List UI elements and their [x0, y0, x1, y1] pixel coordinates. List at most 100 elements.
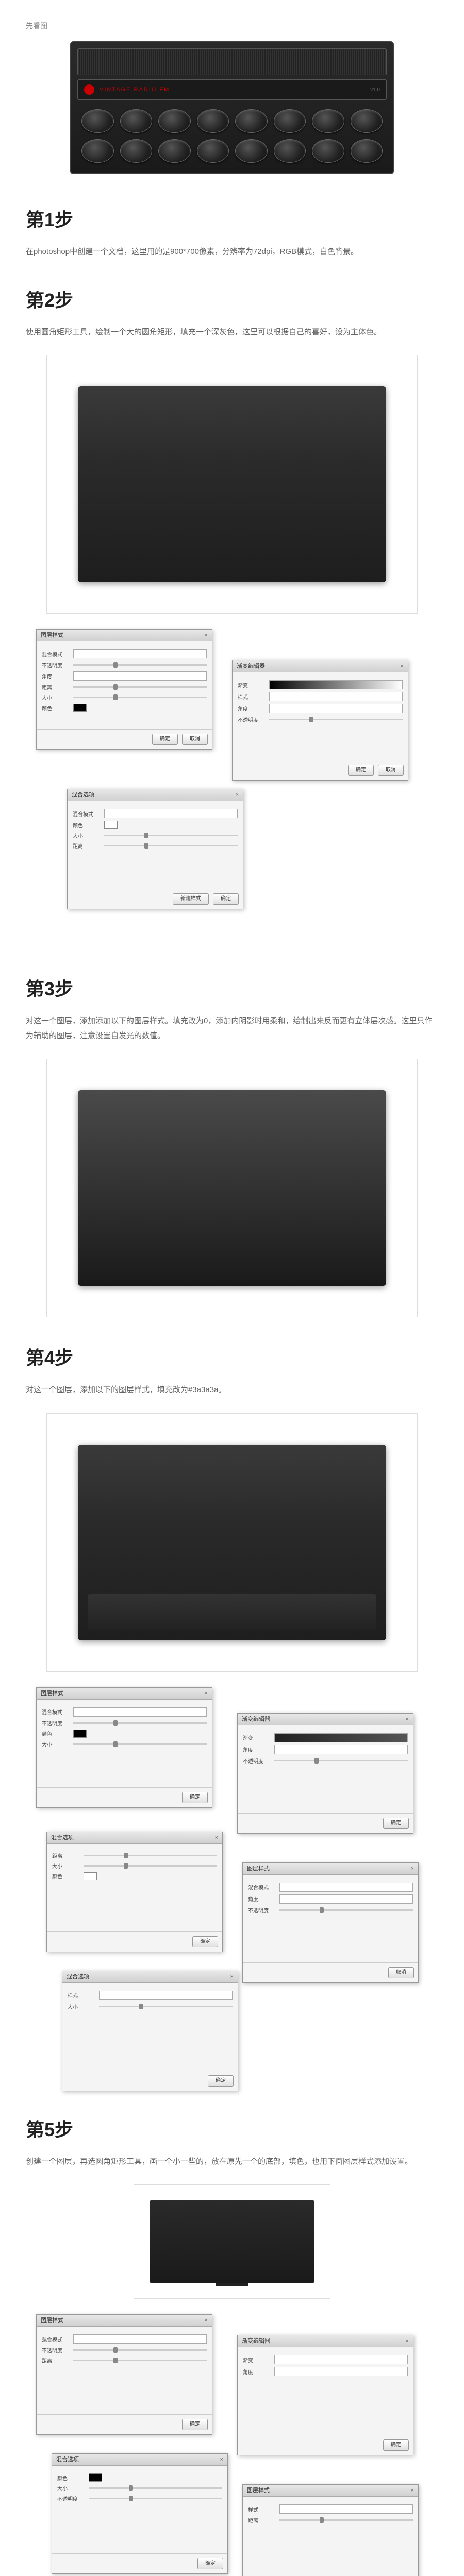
style-label: 样式 [68, 1991, 96, 1999]
close-icon[interactable]: × [205, 1688, 208, 1699]
ok-button[interactable]: 确定 [182, 2419, 208, 2430]
mode-label: 混合模式 [42, 1708, 70, 1716]
color-swatch[interactable] [104, 821, 118, 829]
ok-button[interactable]: 确定 [213, 893, 239, 905]
size-slider[interactable] [99, 2006, 233, 2007]
step4-figure [46, 1413, 418, 1672]
grad-input[interactable] [274, 2355, 408, 2364]
style-input[interactable] [99, 1991, 233, 2000]
style-input[interactable] [269, 692, 403, 701]
close-icon[interactable]: × [236, 789, 239, 801]
gradient-dialog: 渐变编辑器× 渐变 角度 确定 [237, 2335, 413, 2455]
angle-input[interactable] [279, 1894, 413, 1904]
close-icon[interactable]: × [230, 1971, 234, 1982]
mode-input[interactable] [279, 1883, 413, 1892]
grad-input[interactable] [269, 680, 403, 689]
size-slider[interactable] [73, 1743, 207, 1745]
color-swatch[interactable] [73, 704, 87, 712]
color-label: 颜色 [42, 704, 70, 712]
cancel-button[interactable]: 取消 [388, 1967, 414, 1978]
angle-input[interactable] [269, 704, 403, 713]
size-slider[interactable] [104, 835, 238, 836]
step3-title: 第3步 [26, 974, 438, 1001]
gradient-dialog: 渐变编辑器× 渐变 角度 不透明度 确定 [237, 1713, 413, 1834]
close-icon[interactable]: × [205, 630, 208, 641]
style-input[interactable] [279, 2504, 413, 2514]
opac-slider[interactable] [73, 1722, 207, 1724]
dialog-title: 混合选项 [67, 1971, 89, 1982]
ok-button[interactable]: 确定 [348, 765, 374, 776]
size-slider[interactable] [73, 697, 207, 698]
ok-button[interactable]: 确定 [192, 1936, 218, 1947]
grad-input[interactable] [274, 1733, 408, 1742]
angle-input[interactable] [274, 1745, 408, 1754]
step5-text: 创建一个图层，再选圆角矩形工具，画一个小一些的，放在原先一个的底部，填色，也用下… [26, 2155, 438, 2170]
close-icon[interactable]: × [406, 2335, 409, 2347]
dist-slider[interactable] [84, 1855, 217, 1856]
dist-slider[interactable] [104, 845, 238, 846]
ok-button[interactable]: 确定 [383, 2439, 409, 2451]
color-swatch[interactable] [84, 1872, 97, 1880]
color-swatch[interactable] [89, 2473, 102, 2482]
opac-slider[interactable] [269, 719, 403, 720]
opac-label: 不透明度 [57, 2495, 86, 2502]
opac-label: 不透明度 [243, 1757, 271, 1765]
dist-label: 距离 [248, 2516, 276, 2524]
ok-button[interactable]: 确定 [152, 734, 178, 745]
close-icon[interactable]: × [205, 2315, 208, 2326]
options-dialog: 混合选项 × 样式 大小 确定 [62, 1971, 238, 2091]
angle-input[interactable] [274, 2367, 408, 2376]
dist-slider[interactable] [73, 2360, 207, 2361]
ok-button[interactable]: 确定 [208, 2075, 234, 2087]
angle-label: 角度 [248, 1895, 276, 1903]
ok-button[interactable]: 确定 [182, 1792, 208, 1803]
ok-button[interactable]: 确定 [383, 1818, 409, 1829]
dist-slider[interactable] [73, 686, 207, 688]
close-icon[interactable]: × [220, 2454, 223, 2465]
dialog-title: 渐变编辑器 [237, 660, 265, 672]
cancel-button[interactable]: 取消 [182, 734, 208, 745]
mode-input[interactable] [104, 809, 238, 818]
step2-figure [46, 355, 418, 614]
step5-figure [134, 2184, 330, 2299]
opac-slider[interactable] [89, 2498, 222, 2499]
mode-input[interactable] [73, 649, 207, 658]
new-button[interactable]: 新建样式 [173, 893, 209, 905]
ok-button[interactable]: 确定 [197, 2558, 223, 2569]
page-header: 先看图 [26, 21, 438, 31]
opac-slider[interactable] [279, 1909, 413, 1911]
opac-slider[interactable] [274, 1760, 408, 1761]
size-label: 大小 [68, 2003, 96, 2010]
dist-label: 距离 [42, 683, 70, 691]
cancel-button[interactable]: 取消 [378, 765, 404, 776]
size-slider[interactable] [84, 1865, 217, 1867]
mode-input[interactable] [73, 1707, 207, 1717]
dist-slider[interactable] [279, 2519, 413, 2521]
mode-input[interactable] [73, 2334, 207, 2344]
radio-knobs [77, 105, 387, 167]
opac-label: 不透明度 [42, 661, 70, 669]
radio-brand: VINTAGE RADIO FM [100, 87, 370, 93]
dialog-title: 图层样式 [247, 2485, 270, 2496]
step3-text: 对这一个图层，添加添加以下的图层样式。填充改为0，添加内阴影时用柔和，绘制出来反… [26, 1014, 438, 1043]
size-slider[interactable] [89, 2487, 222, 2489]
close-icon[interactable]: × [411, 2485, 414, 2496]
dialog-title: 图层样式 [41, 630, 63, 641]
opac-slider[interactable] [73, 2349, 207, 2351]
grad-label: 渐变 [243, 2356, 271, 2364]
color-label: 颜色 [42, 1730, 70, 1737]
close-icon[interactable]: × [215, 1832, 218, 1843]
angle-input[interactable] [73, 671, 207, 681]
size-label: 大小 [73, 832, 101, 839]
step2-title: 第2步 [26, 285, 438, 312]
size-label: 大小 [42, 1740, 70, 1748]
dialog-title: 混合选项 [72, 789, 94, 801]
close-icon[interactable]: × [406, 1714, 409, 1725]
color-label: 颜色 [52, 1872, 80, 1880]
close-icon[interactable]: × [411, 1863, 414, 1874]
close-icon[interactable]: × [401, 660, 404, 672]
color-swatch[interactable] [73, 1730, 87, 1738]
opac-slider[interactable] [73, 664, 207, 666]
angle-label: 角度 [243, 2368, 271, 2376]
options-dialog: 混合选项× 混合模式 颜色 大小 距离 新建样式确定 [67, 789, 243, 909]
